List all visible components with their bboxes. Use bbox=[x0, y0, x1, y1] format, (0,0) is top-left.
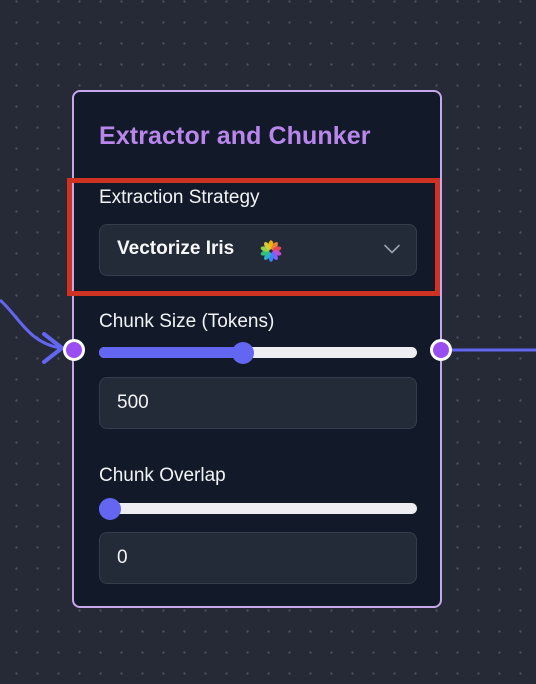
node-title: Extractor and Chunker bbox=[99, 122, 371, 150]
extraction-strategy-label: Extraction Strategy bbox=[99, 187, 260, 208]
extraction-strategy-value: Vectorize Iris bbox=[117, 238, 235, 259]
chunk-overlap-label: Chunk Overlap bbox=[99, 465, 226, 486]
chunk-overlap-slider-thumb[interactable] bbox=[99, 498, 121, 520]
output-handle[interactable] bbox=[430, 339, 452, 361]
chunk-overlap-slider[interactable] bbox=[99, 497, 417, 521]
chunk-size-slider-track bbox=[99, 347, 417, 358]
chunk-size-slider-thumb[interactable] bbox=[232, 342, 255, 364]
chevron-down-icon bbox=[384, 244, 400, 254]
input-handle[interactable] bbox=[63, 339, 85, 361]
extraction-strategy-select[interactable]: Vectorize Iris bbox=[99, 224, 417, 276]
incoming-edge-arrowhead bbox=[42, 332, 64, 364]
chunk-size-slider[interactable] bbox=[99, 341, 417, 365]
chunk-size-label: Chunk Size (Tokens) bbox=[99, 311, 275, 332]
chunk-size-input[interactable] bbox=[99, 377, 417, 429]
extractor-chunker-node[interactable]: Extractor and Chunker Extraction Strateg… bbox=[72, 90, 442, 608]
chunk-overlap-slider-track bbox=[99, 503, 417, 514]
chunk-size-slider-fill bbox=[99, 347, 244, 358]
chunk-overlap-input[interactable] bbox=[99, 532, 417, 584]
pinwheel-flower-icon bbox=[260, 240, 282, 262]
